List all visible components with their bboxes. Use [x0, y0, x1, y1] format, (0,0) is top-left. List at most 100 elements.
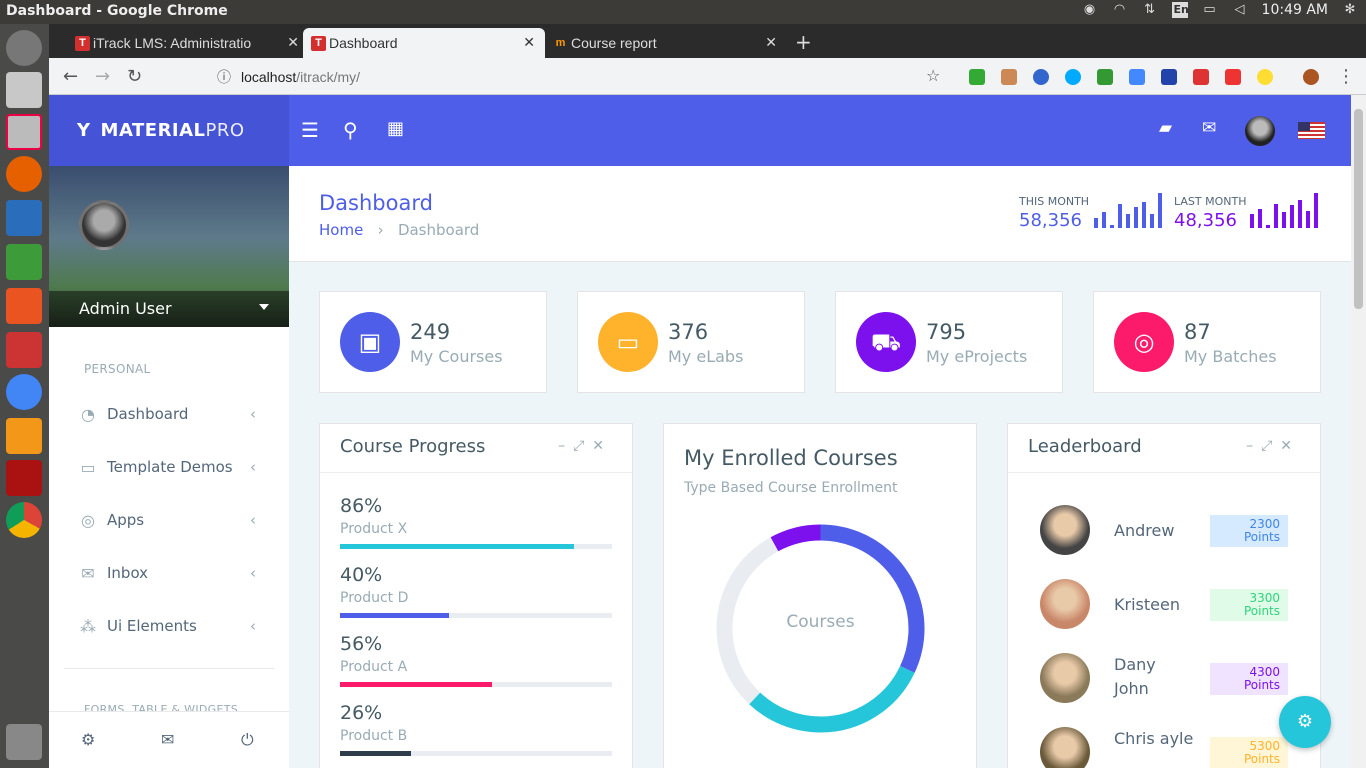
chat-notification-icon[interactable]: ▰: [1159, 118, 1172, 138]
minimize-icon[interactable]: –: [1246, 438, 1261, 454]
close-icon[interactable]: ✕: [592, 438, 612, 454]
expand-icon[interactable]: ⤢: [1261, 438, 1280, 454]
clock[interactable]: 10:49 AM: [1262, 2, 1328, 18]
stat-card-courses[interactable]: ▣ 249 My Courses: [319, 291, 547, 393]
leaderboard-row[interactable]: Kristeen 3300 Points: [1040, 579, 1300, 629]
sidebar-item-label: Ui Elements: [107, 617, 197, 635]
tab-strip: T iTrack LMS: Administratio ✕ T Dashboar…: [49, 24, 1366, 58]
system-settings-icon[interactable]: [6, 332, 42, 368]
sidebar-item-dashboard[interactable]: ◔ Dashboard ‹: [79, 402, 264, 426]
extension-icon[interactable]: [1129, 69, 1145, 85]
stat-card-eprojects[interactable]: ⛟ 795 My eProjects: [835, 291, 1063, 393]
stat-card-elabs[interactable]: ▭ 376 My eLabs: [577, 291, 805, 393]
sublime-icon[interactable]: [6, 418, 42, 454]
forward-icon[interactable]: →: [95, 66, 110, 87]
settings-icon[interactable]: ⚙: [81, 730, 95, 749]
progress-item: 56% Product A: [340, 633, 612, 687]
chrome-launcher-icon[interactable]: [6, 502, 42, 538]
caret-down-icon: [259, 304, 269, 310]
page-scrollbar[interactable]: [1351, 95, 1366, 768]
extension-icon[interactable]: [969, 69, 985, 85]
sparkline-bar: [1258, 208, 1262, 228]
user-avatar[interactable]: [1245, 116, 1275, 146]
sidebar-item-inbox[interactable]: ✉ Inbox ‹: [79, 561, 264, 585]
tab-itrack-admin[interactable]: T iTrack LMS: Administratio ✕: [67, 28, 309, 58]
this-month-sparkline: [1094, 193, 1162, 228]
extension-icon[interactable]: [1033, 69, 1049, 85]
tab-dashboard[interactable]: T Dashboard ✕: [303, 28, 545, 58]
settings-gear-icon[interactable]: ✻: [1342, 2, 1358, 18]
extension-icon[interactable]: [1001, 69, 1017, 85]
close-tab-icon[interactable]: ✕: [765, 34, 777, 51]
chrome-icon[interactable]: ◉: [1082, 2, 1098, 18]
grid-icon[interactable]: ▦: [387, 118, 404, 139]
extension-icon[interactable]: [1257, 69, 1273, 85]
files-icon-2[interactable]: [6, 114, 42, 150]
bookmark-star-icon[interactable]: ☆: [926, 66, 940, 85]
scrollbar-thumb[interactable]: [1354, 109, 1363, 309]
devices-icon: ▭: [598, 312, 658, 372]
battery-icon[interactable]: ▭: [1202, 2, 1218, 18]
mail-notification-icon[interactable]: ✉: [1202, 118, 1216, 138]
card-title: My Enrolled Courses: [684, 446, 898, 470]
progress-bar: [340, 682, 612, 687]
sidebar-item-template-demos[interactable]: ▭ Template Demos ‹: [79, 455, 264, 479]
search-icon[interactable]: ⚲: [343, 118, 358, 142]
profile-user-toggle[interactable]: Admin User: [49, 291, 289, 327]
minimize-icon[interactable]: –: [558, 438, 573, 454]
new-tab-button[interactable]: +: [795, 30, 812, 54]
keyboard-language[interactable]: En: [1171, 2, 1189, 18]
dash-icon[interactable]: [6, 30, 42, 66]
expand-icon[interactable]: ⤢: [573, 438, 592, 454]
app-logo[interactable]: Y MATERIALPRO: [49, 95, 289, 166]
points-unit: Points: [1243, 752, 1280, 766]
software-center-icon[interactable]: [6, 288, 42, 324]
brave-shield-icon[interactable]: [1225, 69, 1241, 85]
leaderboard-row[interactable]: Dany John 4300 Points: [1040, 653, 1300, 703]
files-icon[interactable]: [6, 72, 42, 108]
leaderboard-row[interactable]: Chris ayle 5300 Points: [1040, 727, 1300, 768]
us-flag-icon[interactable]: [1298, 122, 1325, 139]
volume-icon[interactable]: ◁: [1232, 2, 1248, 18]
breadcrumb-home[interactable]: Home: [319, 221, 363, 239]
profile-name: Admin User: [79, 299, 172, 318]
extension-icon[interactable]: [1161, 69, 1177, 85]
tab-course-report[interactable]: m Course report ✕: [545, 28, 787, 58]
close-icon[interactable]: ✕: [1280, 438, 1300, 454]
mail-icon[interactable]: ✉: [161, 730, 174, 749]
reload-icon[interactable]: ↻: [127, 66, 142, 87]
hamburger-menu-icon[interactable]: ☰: [301, 118, 319, 142]
profile-avatar[interactable]: [1303, 69, 1319, 85]
close-tab-icon[interactable]: ✕: [523, 34, 535, 51]
transfer-icon[interactable]: ⇅: [1142, 2, 1158, 18]
nav-section-personal: PERSONAL: [84, 362, 151, 376]
info-icon[interactable]: ⓘ: [217, 65, 231, 89]
card-tools: –⤢✕: [1246, 438, 1300, 454]
chromium-icon[interactable]: [6, 374, 42, 410]
trash-icon[interactable]: [6, 724, 42, 760]
chrome-menu-icon[interactable]: ⋮: [1337, 66, 1355, 87]
stat-card-batches[interactable]: ◎ 87 My Batches: [1093, 291, 1321, 393]
close-tab-icon[interactable]: ✕: [287, 34, 299, 51]
power-icon[interactable]: ⏻: [241, 730, 254, 750]
writer-icon[interactable]: [6, 200, 42, 236]
settings-fab-button[interactable]: ⚙: [1279, 696, 1331, 748]
wifi-icon[interactable]: ◠: [1112, 2, 1128, 18]
url-field[interactable]: ⓘ localhost/itrack/my/: [209, 65, 969, 89]
stat-number: 795: [926, 320, 967, 344]
terminal-icon[interactable]: [6, 460, 42, 496]
firefox-icon[interactable]: [6, 156, 42, 192]
leaderboard-row[interactable]: Andrew 2300 Points: [1040, 505, 1300, 555]
card-title: Leaderboard: [1028, 436, 1142, 457]
back-icon[interactable]: ←: [63, 66, 78, 87]
calc-icon[interactable]: [6, 244, 42, 280]
skype-icon[interactable]: [1065, 69, 1081, 85]
extension-icon[interactable]: [1193, 69, 1209, 85]
extension-icon[interactable]: [1097, 69, 1113, 85]
points-unit: Points: [1243, 604, 1280, 618]
course-progress-card: Course Progress –⤢✕ 86% Product X 40% Pr…: [319, 423, 633, 768]
sidebar-item-ui-elements[interactable]: ⁂ Ui Elements ‹: [79, 614, 264, 638]
avatar: [1040, 727, 1090, 768]
sparkline-bar: [1314, 193, 1318, 228]
sidebar-item-apps[interactable]: ◎ Apps ‹: [79, 508, 264, 532]
